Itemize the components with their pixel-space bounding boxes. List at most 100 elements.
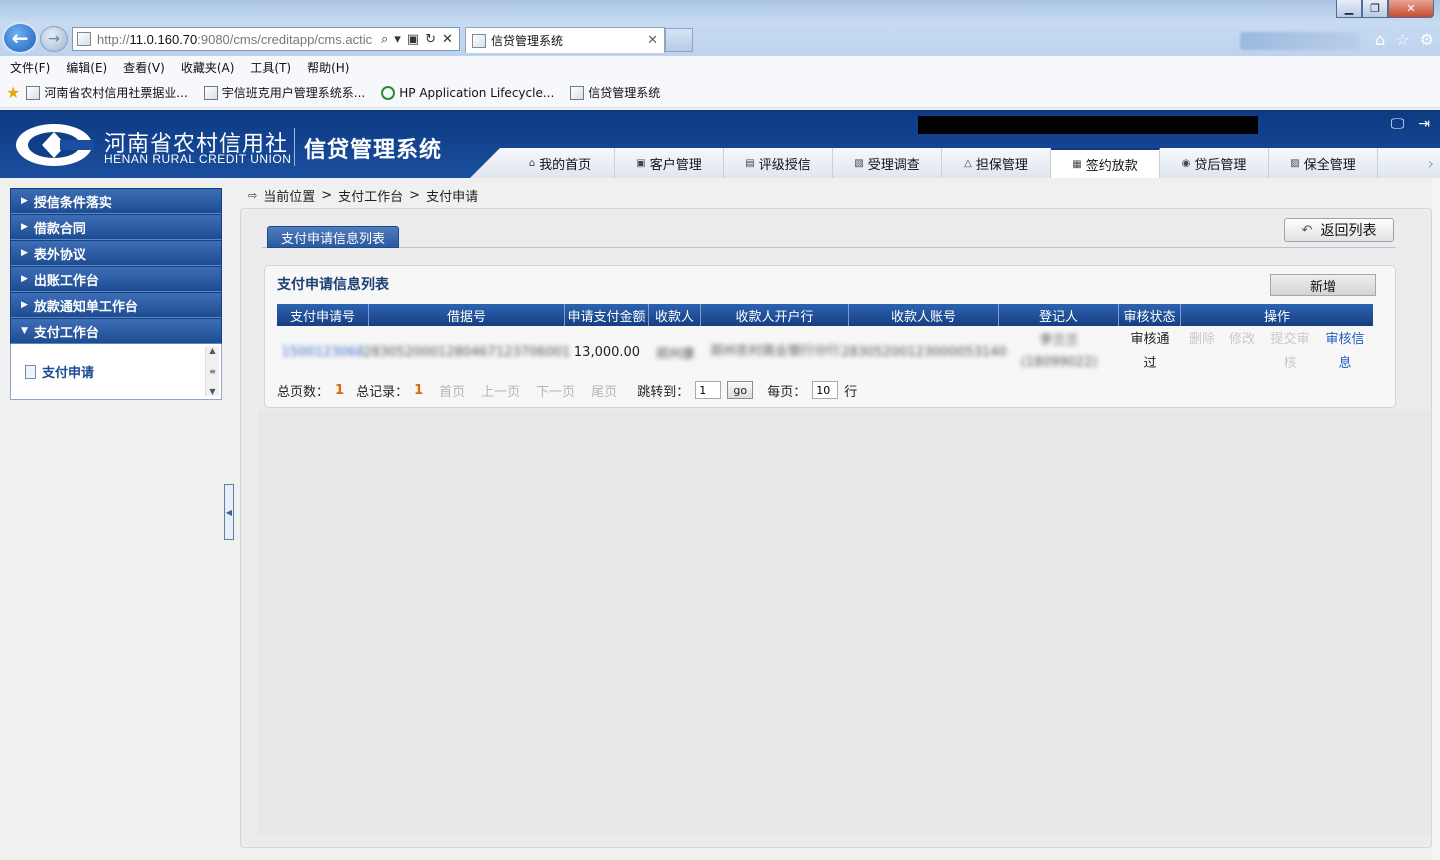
nav-tab-postloan[interactable]: ◉ 贷后管理	[1160, 148, 1269, 178]
favorites-star-icon[interactable]: ★	[6, 83, 20, 102]
home-icon[interactable]: ⌂	[1375, 30, 1385, 49]
nav-tab-label: 保全管理	[1303, 157, 1356, 173]
close-window-button[interactable]: ✕	[1388, 0, 1434, 18]
nav-tab-label: 评级授信	[758, 157, 811, 173]
column-header[interactable]: 支付申请号	[277, 304, 369, 326]
nav-tab-preservation[interactable]: ▨ 保全管理	[1269, 148, 1378, 178]
total-pages-label: 总页数：	[277, 384, 330, 400]
address-bar[interactable]: http://11.0.160.70:9080/cms/creditapp/cm…	[72, 27, 460, 51]
empty-content-area	[258, 410, 1430, 836]
nav-tab-signing[interactable]: ▦ 签约放款	[1051, 148, 1160, 178]
menu-file[interactable]: 文件(F)	[10, 59, 50, 76]
tab-payment-list[interactable]: 支付申请信息列表	[267, 226, 399, 248]
logo-divider	[294, 128, 295, 166]
sidebar-subitem-payment-apply[interactable]: 支付申请	[25, 362, 94, 381]
registrar-name: 李兰兰	[1039, 333, 1079, 348]
scroll-down-icon[interactable]: ▼	[209, 387, 215, 396]
back-to-list-button[interactable]: ↶ 返回列表	[1284, 218, 1394, 242]
menu-help[interactable]: 帮助(H)	[307, 59, 349, 76]
restore-button[interactable]: ❐	[1362, 0, 1388, 18]
sidebar-item-payment[interactable]: ▼ 支付工作台	[10, 318, 222, 344]
tab-close-icon[interactable]: ✕	[647, 33, 658, 48]
next-page-link[interactable]: 下一页	[536, 381, 575, 400]
nav-next-icon[interactable]: ›	[1428, 154, 1434, 173]
search-icon[interactable]: ⌕	[381, 32, 388, 47]
browser-tab[interactable]: 信贷管理系统 ✕	[465, 27, 665, 53]
logout-icon[interactable]: ⇥	[1418, 116, 1430, 132]
column-header[interactable]: 操作	[1181, 304, 1373, 326]
add-button[interactable]: 新增	[1270, 274, 1376, 296]
per-page-input[interactable]	[812, 381, 839, 399]
sidebar-item-credit-conditions[interactable]: ▶ 授信条件落实	[10, 188, 222, 214]
favorite-link[interactable]: 信贷管理系统	[570, 84, 660, 101]
breadcrumb-sep: >	[409, 188, 421, 203]
column-header[interactable]: 收款人开户行	[701, 304, 849, 326]
nav-tab-label: 担保管理	[975, 157, 1028, 173]
survey-icon: ▧	[854, 157, 864, 169]
nav-tab-label: 受理调查	[867, 157, 920, 173]
compat-view-icon[interactable]: ▣	[407, 32, 419, 47]
column-header[interactable]: 收款人	[649, 304, 701, 326]
sidebar-item-label: 授信条件落实	[33, 195, 112, 211]
breadcrumb-item[interactable]: 支付工作台	[338, 186, 403, 205]
column-header[interactable]: 申请支付金额	[565, 304, 649, 326]
sidebar-item-disbursement[interactable]: ▶ 出账工作台	[10, 266, 222, 292]
back-to-list-label: 返回列表	[1320, 223, 1377, 239]
page-favicon-icon	[77, 32, 91, 46]
review-info-link[interactable]: 审核信息	[1325, 328, 1365, 376]
nav-tab-survey[interactable]: ▧ 受理调查	[833, 148, 942, 178]
scroll-thumb-icon[interactable]: ≡	[209, 367, 216, 376]
jump-page-input[interactable]	[695, 381, 722, 399]
scroll-up-icon[interactable]: ▲	[209, 346, 215, 355]
menu-view[interactable]: 查看(V)	[123, 59, 165, 76]
settings-gear-icon[interactable]: ⚙	[1420, 30, 1434, 49]
menu-favorites[interactable]: 收藏夹(A)	[181, 59, 235, 76]
favorite-link[interactable]: 河南省农村信用社票据业...	[26, 84, 188, 101]
sidebar-collapse-handle[interactable]: ◀	[224, 484, 234, 540]
jump-label: 跳转到：	[637, 384, 690, 400]
column-header[interactable]: 借据号	[369, 304, 565, 326]
back-arrow-icon: ←	[11, 26, 29, 50]
first-page-link[interactable]: 首页	[439, 381, 465, 400]
blurred-region	[1240, 32, 1360, 50]
page-scrollbar[interactable]	[1432, 178, 1440, 860]
nav-tab-guarantee[interactable]: △ 担保管理	[942, 148, 1051, 178]
menu-tools[interactable]: 工具(T)	[250, 59, 291, 76]
address-url[interactable]: http://11.0.160.70:9080/cms/creditapp/cm…	[97, 32, 377, 47]
system-name: 信贷管理系统	[304, 138, 443, 163]
menu-edit[interactable]: 编辑(E)	[66, 59, 107, 76]
column-header[interactable]: 审核状态	[1119, 304, 1181, 326]
url-prefix: http://	[97, 31, 130, 47]
nav-tab-home[interactable]: ⌂ 我的首页	[506, 148, 615, 178]
new-tab-button[interactable]	[665, 28, 693, 52]
expand-arrow-icon: ▶	[21, 222, 28, 232]
favorites-star-icon[interactable]: ☆	[1395, 30, 1409, 49]
favorite-link[interactable]: 宇信班克用户管理系统系...	[203, 84, 365, 101]
total-pages-value: 1	[335, 382, 345, 398]
forward-nav-button[interactable]: →	[40, 26, 68, 52]
signing-icon: ▦	[1072, 158, 1082, 170]
nav-tab-rating[interactable]: ▤ 评级授信	[724, 148, 833, 178]
nav-tab-customer[interactable]: ▣ 客户管理	[615, 148, 724, 178]
monitor-icon[interactable]: 🖵	[1391, 116, 1405, 132]
amount-cell: 13,000.00	[573, 344, 641, 360]
sidebar-item-offbalance[interactable]: ▶ 表外协议	[10, 240, 222, 266]
page-icon	[570, 85, 585, 100]
back-nav-button[interactable]: ←	[2, 22, 38, 54]
prev-page-link[interactable]: 上一页	[481, 381, 520, 400]
stop-icon[interactable]: ✕	[442, 32, 453, 47]
url-host: 11.0.160.70	[129, 31, 198, 47]
last-page-link[interactable]: 尾页	[591, 381, 617, 400]
sidebar-scrollbar[interactable]: ▲ ≡ ▼	[205, 346, 219, 396]
go-button[interactable]: go	[727, 381, 754, 399]
column-header[interactable]: 收款人账号	[849, 304, 999, 326]
breadcrumb-label: 当前位置	[263, 190, 316, 205]
column-header[interactable]: 登记人	[999, 304, 1119, 326]
dropdown-arrow-icon[interactable]: ▾	[394, 32, 401, 47]
sidebar-item-loan-contract[interactable]: ▶ 借款合同	[10, 214, 222, 240]
minimize-button[interactable]: ▁	[1336, 0, 1362, 18]
sidebar-item-notice[interactable]: ▶ 放款通知单工作台	[10, 292, 222, 318]
apply-no-link[interactable]: 1500123068	[277, 327, 369, 377]
favorite-link[interactable]: HP Application Lifecycle...	[381, 85, 554, 100]
refresh-icon[interactable]: ↻	[425, 32, 436, 47]
